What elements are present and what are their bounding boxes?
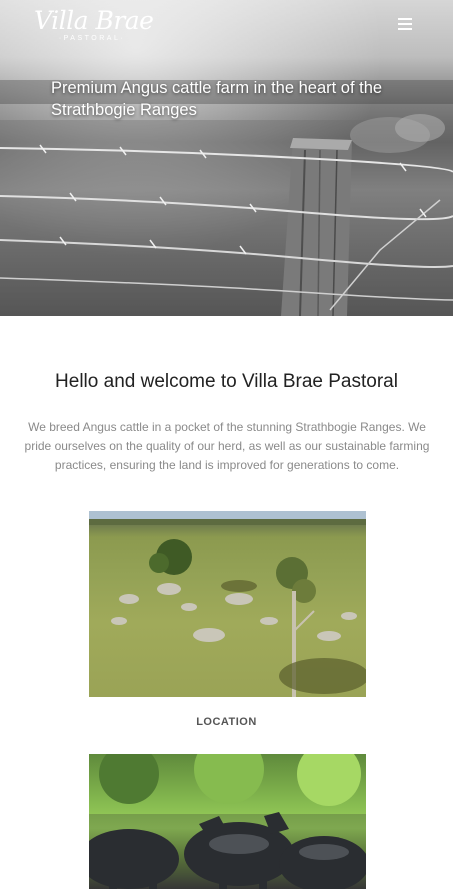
logo-subtitle: ·PASTORAL· bbox=[58, 35, 126, 42]
page: Villa Brae ·PASTORAL· Premium Angus catt… bbox=[0, 0, 453, 889]
hero-banner: Villa Brae ·PASTORAL· Premium Angus catt… bbox=[0, 0, 453, 316]
fence-post-photo bbox=[0, 80, 453, 316]
logo-title: Villa Brae bbox=[34, 6, 154, 35]
site-logo[interactable]: Villa Brae ·PASTORAL· bbox=[34, 8, 154, 46]
hero-tagline: Premium Angus cattle farm in the heart o… bbox=[51, 79, 383, 119]
welcome-title: Hello and welcome to Villa Brae Pastoral bbox=[55, 371, 398, 392]
farm-landscape-photo bbox=[89, 511, 366, 697]
hamburger-menu-icon[interactable] bbox=[398, 18, 412, 32]
location-label[interactable]: LOCATION bbox=[0, 716, 453, 728]
cattle-image[interactable] bbox=[89, 754, 366, 889]
welcome-text: We breed Angus cattle in a pocket of the… bbox=[24, 420, 430, 472]
angus-cattle-photo bbox=[89, 754, 366, 889]
location-image[interactable] bbox=[89, 511, 366, 697]
